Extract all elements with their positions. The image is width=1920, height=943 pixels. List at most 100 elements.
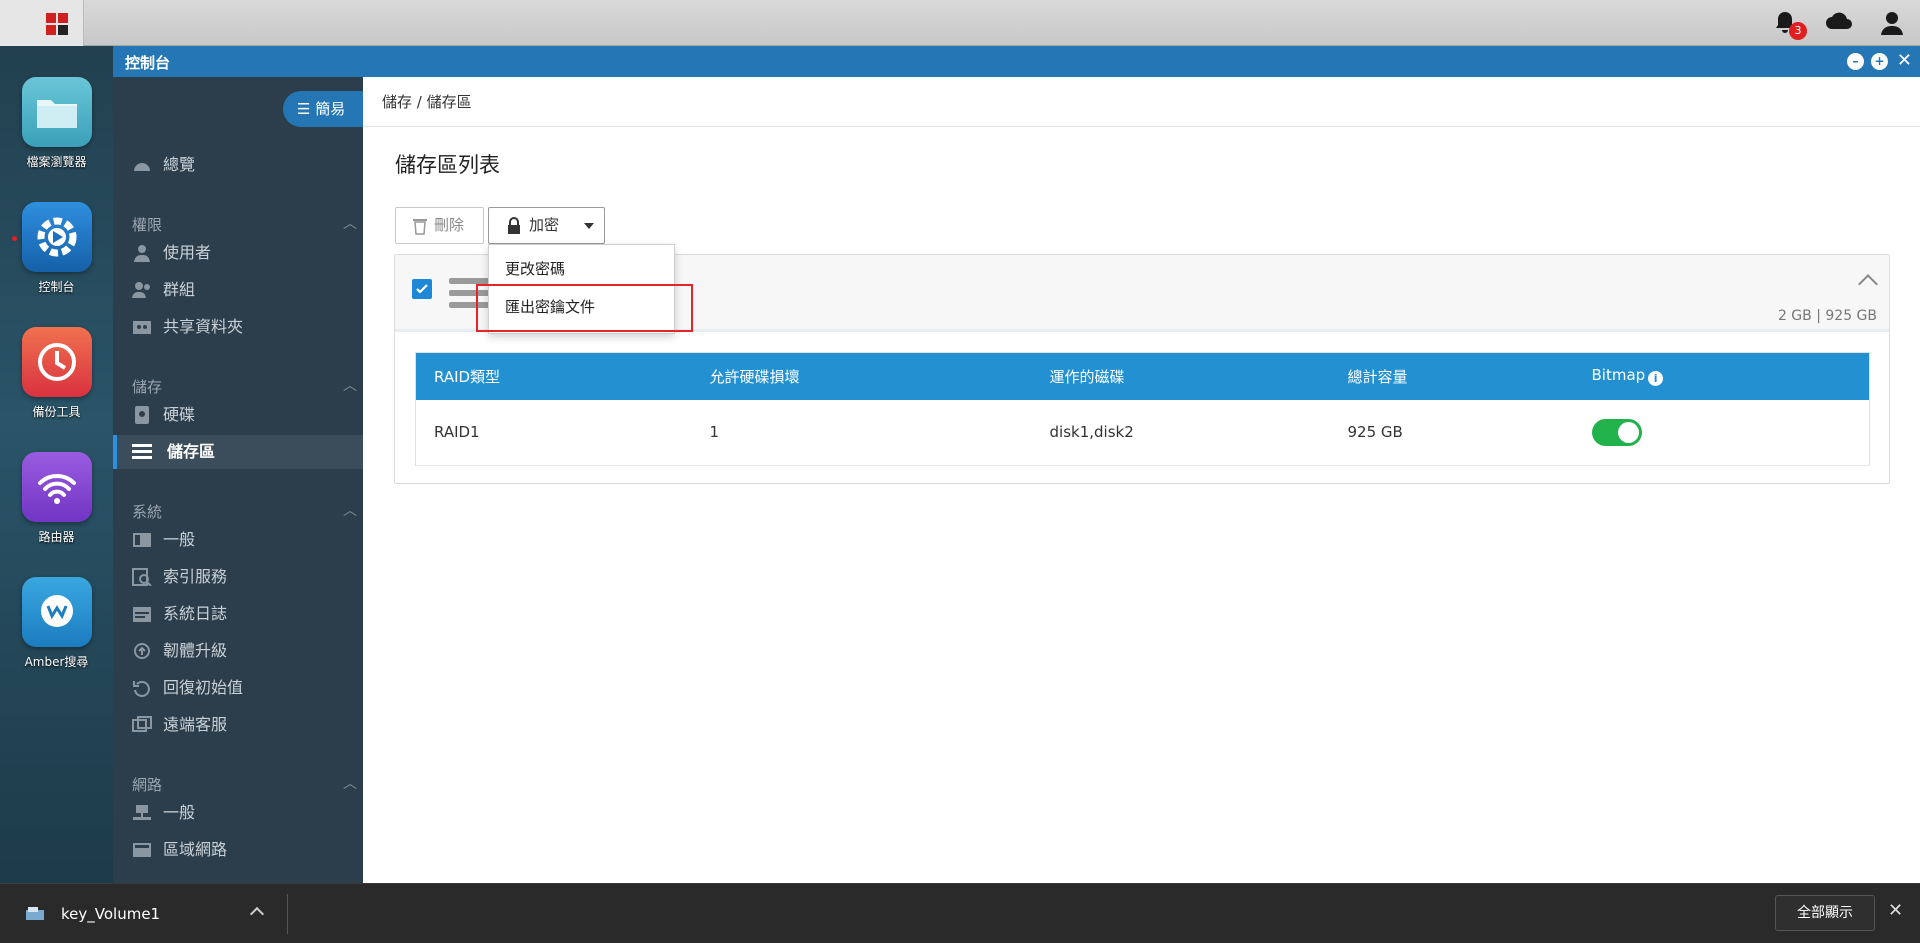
section-title: 儲存 — [132, 378, 163, 396]
sidebar-item-disks[interactable]: 硬碟 — [113, 398, 363, 432]
divider — [287, 894, 288, 934]
chevron-down-icon — [584, 223, 594, 229]
column-header-label: Bitmap — [1591, 366, 1646, 385]
volume-checkbox[interactable] — [412, 279, 432, 299]
column-header-bitmap: Bitmap i — [1573, 352, 1870, 400]
menu-item-change-password[interactable]: 更改密碼 — [505, 258, 565, 279]
top-taskbar: 3 — [0, 0, 1920, 46]
table-row: RAID1 1 disk1,disk2 925 GB — [415, 399, 1870, 466]
column-header: RAID類型 — [415, 352, 692, 400]
sidebar-section-system[interactable]: 系統 ︿ — [132, 501, 357, 522]
window-titlebar[interactable]: 控制台 – + ✕ — [113, 46, 1920, 77]
trash-icon — [413, 219, 427, 235]
sidebar-item-lan[interactable]: 區域網路 — [113, 833, 363, 867]
simple-mode-button[interactable]: ☰ 簡易 — [283, 91, 363, 127]
sidebar-item-remote-support[interactable]: 遠端客服 — [113, 708, 363, 742]
file-download-icon — [26, 907, 44, 920]
running-indicator — [12, 236, 17, 241]
close-icon[interactable]: ✕ — [1888, 900, 1903, 921]
delete-button[interactable]: 刪除 — [395, 207, 484, 244]
app-label: 控制台 — [38, 280, 75, 294]
app-router[interactable]: 路由器 — [0, 452, 113, 545]
user-account-icon[interactable] — [1880, 10, 1908, 38]
table-cell: 1 — [691, 399, 1032, 466]
app-backup-tool[interactable]: 備份工具 — [0, 327, 113, 420]
sidebar-item-shared-folders[interactable]: 共享資料夾 — [113, 310, 363, 344]
app-amber-search[interactable]: Amber搜尋 — [0, 577, 113, 670]
table-cell: 925 GB — [1329, 399, 1574, 466]
sidebar-item-general[interactable]: 一般 — [113, 523, 363, 557]
sidebar-item-label: 回復初始值 — [163, 678, 244, 697]
sidebar-item-overview[interactable]: 總覽 — [113, 148, 363, 182]
group-icon — [132, 282, 150, 298]
firmware-upgrade-icon — [134, 643, 150, 659]
encrypt-label: 加密 — [529, 216, 560, 234]
folder-icon — [21, 77, 92, 147]
maximize-icon[interactable]: + — [1871, 53, 1888, 70]
app-control-panel[interactable]: 控制台 — [0, 202, 113, 295]
cloud-icon[interactable] — [1825, 10, 1853, 38]
desktop-app-dock: 檔案瀏覽器 控制台 備份工具 路由器 Amber搜尋 — [0, 46, 113, 883]
main-content: 儲存 / 儲存區 儲存區列表 刪除 加密 2 GB | 925 GB RAID類… — [363, 77, 1920, 883]
sidebar-item-label: 儲存區 — [167, 442, 216, 461]
bitmap-toggle[interactable] — [1591, 418, 1642, 446]
sidebar-item-network-general[interactable]: 一般 — [113, 796, 363, 830]
app-label: 備份工具 — [32, 405, 81, 419]
info-icon[interactable]: i — [1648, 371, 1664, 387]
lan-icon — [133, 843, 151, 857]
column-header: 允許硬碟損壞 — [691, 352, 1032, 400]
app-label: Amber搜尋 — [24, 655, 89, 669]
table-cell: RAID1 — [415, 399, 692, 466]
chevron-up-icon[interactable] — [1858, 274, 1878, 294]
sidebar-item-label: 使用者 — [163, 243, 212, 262]
dashboard-icon — [134, 163, 150, 171]
network-icon — [133, 805, 151, 820]
sidebar-item-storage-pool[interactable]: 儲存區 — [113, 435, 363, 469]
table-cell: disk1,disk2 — [1031, 399, 1330, 466]
chevron-up-icon: ︿ — [343, 503, 357, 519]
sidebar-section-storage[interactable]: 儲存 ︿ — [132, 376, 357, 397]
sidebar-item-factory-reset[interactable]: 回復初始值 — [113, 671, 363, 705]
section-title: 網路 — [132, 776, 163, 794]
table-cell — [1573, 399, 1870, 466]
sidebar-section-network[interactable]: 網路 ︿ — [132, 774, 357, 795]
sidebar-item-users[interactable]: 使用者 — [113, 236, 363, 270]
download-file-name[interactable]: key_Volume1 — [61, 905, 160, 923]
close-icon[interactable]: ✕ — [1897, 50, 1912, 71]
sidebar-item-label: 硬碟 — [163, 405, 196, 424]
remote-support-icon — [132, 716, 152, 732]
checkmark-icon — [416, 284, 428, 294]
start-menu-button[interactable] — [0, 0, 84, 46]
sidebar-item-label: 群組 — [163, 280, 196, 299]
window-title: 控制台 — [125, 54, 171, 72]
minimize-icon[interactable]: – — [1847, 53, 1864, 70]
chevron-up-icon[interactable] — [249, 906, 265, 922]
notification-badge: 3 — [1789, 22, 1807, 40]
calendar-log-icon — [133, 607, 151, 622]
encrypt-dropdown-button[interactable]: 加密 — [488, 207, 605, 244]
general-settings-icon — [133, 533, 151, 547]
highlight-annotation-box — [476, 284, 693, 332]
sidebar-item-index-service[interactable]: 索引服務 — [113, 560, 363, 594]
start-logo-icon — [46, 13, 68, 35]
app-file-browser[interactable]: 檔案瀏覽器 — [0, 77, 113, 170]
section-title: 權限 — [132, 216, 163, 234]
search-bubble-icon — [21, 577, 92, 647]
toggle-knob — [1617, 421, 1639, 443]
breadcrumb: 儲存 / 儲存區 — [363, 77, 1920, 127]
sidebar-item-label: 一般 — [163, 803, 196, 822]
usage-used: 2 GB — [1777, 308, 1812, 324]
sidebar-section-permissions[interactable]: 權限 ︿ — [132, 214, 357, 235]
section-title: 系統 — [132, 503, 163, 521]
column-header: 總計容量 — [1329, 352, 1574, 400]
volume-usage: 2 GB | 925 GB — [1777, 308, 1877, 324]
show-all-button[interactable]: 全部顯示 — [1775, 895, 1875, 931]
column-header-label: 總計容量 — [1347, 367, 1408, 386]
sidebar-item-groups[interactable]: 群組 — [113, 273, 363, 307]
storage-pool-icon — [132, 444, 152, 459]
notification-bell-icon[interactable]: 3 — [1773, 10, 1807, 40]
sidebar-item-firmware-upgrade[interactable]: 韌體升級 — [113, 634, 363, 668]
table-header-row: RAID類型 允許硬碟損壞 運作的磁碟 總計容量 Bitmap i — [415, 352, 1870, 400]
chevron-up-icon: ︿ — [343, 378, 357, 394]
sidebar-item-system-log[interactable]: 系統日誌 — [113, 597, 363, 631]
